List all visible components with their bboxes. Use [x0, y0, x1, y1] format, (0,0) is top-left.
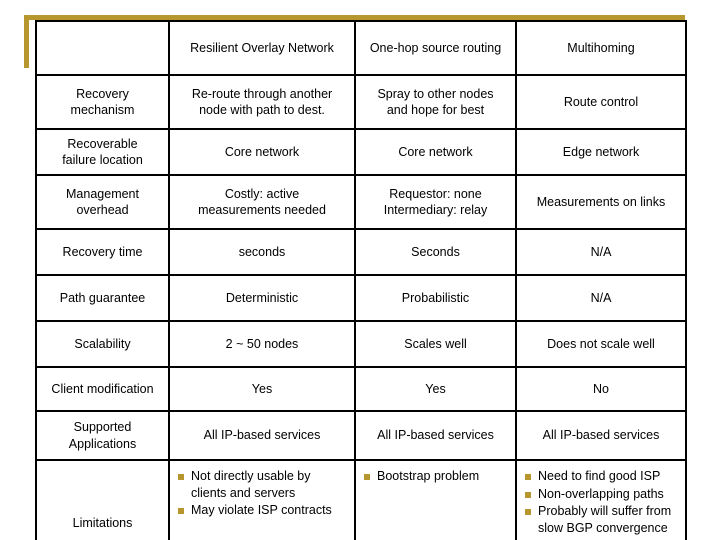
limitations-list-ron: Not directly usable by clients and serve…: [178, 468, 348, 519]
square-bullet-icon: [178, 508, 184, 514]
list-item: Probably will suffer from slow BGP conve…: [525, 503, 679, 536]
cell-ron-recovery-time: seconds: [168, 228, 356, 276]
accent-rule-left: [24, 15, 29, 68]
table-header-row: Resilient Overlay Network One-hop source…: [35, 20, 687, 76]
row-label-scalability: Scalability: [35, 320, 170, 368]
cell-multihoming-limitations: Need to find good ISP Non-overlapping pa…: [515, 459, 687, 540]
table-row: Management overhead Costly: active measu…: [35, 174, 687, 230]
cell-onehop-path-guarantee: Probabilistic: [354, 274, 517, 322]
square-bullet-icon: [364, 474, 370, 480]
label-line: Applications: [68, 436, 137, 451]
cell-onehop-failure-location: Core network: [354, 128, 517, 176]
list-item-label: May violate ISP contracts: [191, 503, 332, 517]
square-bullet-icon: [525, 509, 531, 515]
table-row: Recoverable failure location Core networ…: [35, 128, 687, 176]
cell-multihoming-management-overhead: Measurements on links: [515, 174, 687, 230]
cell-multihoming-path-guarantee: N/A: [515, 274, 687, 322]
cell-onehop-client-modification: Yes: [354, 366, 517, 412]
label-line: failure location: [62, 153, 143, 167]
list-item-label: Bootstrap problem: [377, 469, 480, 483]
header-cell-ron: Resilient Overlay Network: [168, 20, 356, 76]
row-label-recovery-time: Recovery time: [35, 228, 170, 276]
cell-onehop-supported-applications: All IP-based services: [354, 410, 517, 461]
table-row: Limitations Not directly usable by clien…: [35, 459, 687, 540]
cell-multihoming-client-modification: No: [515, 366, 687, 412]
table-row: Client modification Yes Yes No: [35, 366, 687, 412]
header-cell-onehop: One-hop source routing: [354, 20, 517, 76]
list-item: May violate ISP contracts: [178, 502, 348, 519]
cell-line: Requestor: none: [389, 186, 482, 201]
slide-canvas: Resilient Overlay Network One-hop source…: [0, 0, 720, 540]
header-cell-multihoming: Multihoming: [515, 20, 687, 76]
cell-multihoming-supported-applications: All IP-based services: [515, 410, 687, 461]
cell-ron-recovery-mechanism: Re-route through another node with path …: [168, 74, 356, 130]
list-item-label: Need to find good ISP: [538, 469, 661, 483]
cell-ron-limitations: Not directly usable by clients and serve…: [168, 459, 356, 540]
label-line: overhead: [76, 203, 129, 217]
list-item: Need to find good ISP: [525, 468, 679, 485]
list-item-label: Non-overlapping paths: [538, 486, 664, 501]
table-row: Path guarantee Deterministic Probabilist…: [35, 274, 687, 322]
cell-ron-management-overhead: Costly: active measurements needed: [168, 174, 356, 230]
row-label-limitations: Limitations: [35, 459, 170, 540]
list-item-label: Probably will suffer from slow BGP conve…: [538, 504, 672, 535]
row-label-management-overhead: Management overhead: [35, 174, 170, 230]
row-label-recovery-mechanism: Recovery mechanism: [35, 74, 170, 130]
cell-line: Spray to other nodes: [377, 86, 494, 101]
cell-multihoming-failure-location: Edge network: [515, 128, 687, 176]
cell-onehop-recovery-mechanism: Spray to other nodes and hope for best: [354, 74, 517, 130]
row-label-client-modification: Client modification: [35, 366, 170, 412]
cell-onehop-limitations: Bootstrap problem: [354, 459, 517, 540]
cell-onehop-scalability: Scales well: [354, 320, 517, 368]
row-label-supported-applications: Supported Applications: [35, 410, 170, 461]
cell-multihoming-scalability: Does not scale well: [515, 320, 687, 368]
table-row: Recovery mechanism Re-route through anot…: [35, 74, 687, 130]
list-item-label: Not directly usable by clients and serve…: [191, 469, 311, 500]
cell-line: and hope for best: [386, 103, 485, 117]
cell-onehop-recovery-time: Seconds: [354, 228, 517, 276]
label-line: Management: [66, 186, 139, 201]
cell-multihoming-recovery-time: N/A: [515, 228, 687, 276]
list-item: Bootstrap problem: [364, 468, 509, 485]
cell-line: Costly: active: [224, 186, 300, 201]
cell-ron-client-modification: Yes: [168, 366, 356, 412]
cell-line: Re-route through another: [191, 86, 333, 101]
limitations-list-onehop: Bootstrap problem: [364, 468, 509, 485]
label-line: mechanism: [70, 103, 135, 117]
cell-ron-scalability: 2 ~ 50 nodes: [168, 320, 356, 368]
cell-ron-path-guarantee: Deterministic: [168, 274, 356, 322]
header-cell-blank: [35, 20, 170, 76]
label-line: Supported: [73, 420, 132, 435]
cell-onehop-management-overhead: Requestor: none Intermediary: relay: [354, 174, 517, 230]
limitations-list-multihoming: Need to find good ISP Non-overlapping pa…: [525, 468, 679, 536]
table-row: Recovery time seconds Seconds N/A: [35, 228, 687, 276]
cell-line: Intermediary: relay: [383, 203, 488, 217]
label-line: Recovery: [76, 86, 129, 101]
cell-ron-supported-applications: All IP-based services: [168, 410, 356, 461]
list-item: Non-overlapping paths: [525, 486, 679, 503]
table-row: Scalability 2 ~ 50 nodes Scales well Doe…: [35, 320, 687, 368]
row-label-path-guarantee: Path guarantee: [35, 274, 170, 322]
row-label-recoverable-failure-location: Recoverable failure location: [35, 128, 170, 176]
cell-line: measurements needed: [198, 203, 326, 217]
label-line: Recoverable: [67, 136, 138, 151]
square-bullet-icon: [525, 474, 531, 480]
cell-line: node with path to dest.: [199, 103, 325, 117]
table-row: Supported Applications All IP-based serv…: [35, 410, 687, 461]
square-bullet-icon: [178, 474, 184, 480]
cell-ron-failure-location: Core network: [168, 128, 356, 176]
list-item: Not directly usable by clients and serve…: [178, 468, 348, 501]
comparison-table: Resilient Overlay Network One-hop source…: [35, 20, 687, 540]
square-bullet-icon: [525, 491, 531, 498]
cell-multihoming-recovery-mechanism: Route control: [515, 74, 687, 130]
